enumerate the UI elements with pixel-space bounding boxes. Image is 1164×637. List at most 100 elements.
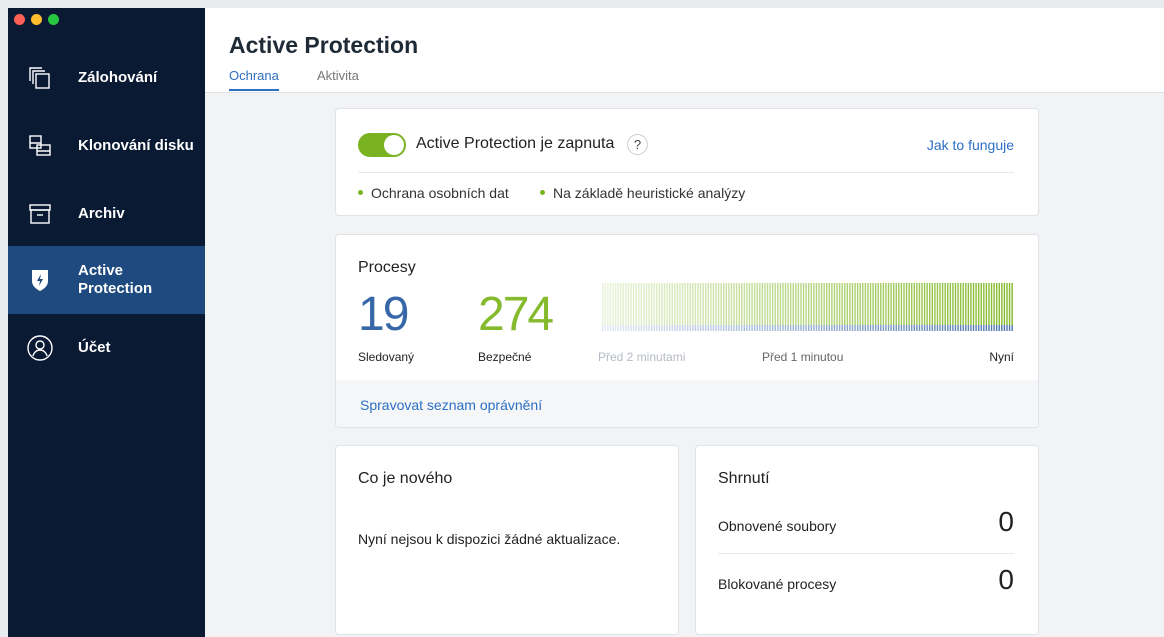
- sidebar-item-label: Klonování disku: [78, 137, 194, 154]
- activity-bar-safe: [985, 283, 988, 325]
- close-window-button[interactable]: [14, 14, 25, 25]
- activity-bar-monitored: [769, 325, 771, 331]
- sidebar-item-account[interactable]: Účet: [8, 314, 205, 382]
- activity-bar-safe: [826, 283, 828, 325]
- processes-title: Procesy: [358, 259, 416, 276]
- activity-bar-safe: [779, 283, 782, 325]
- activity-bar-safe: [720, 283, 722, 325]
- protection-toggle[interactable]: [358, 133, 406, 157]
- activity-bar-safe: [849, 283, 851, 325]
- activity-bar-safe: [815, 283, 818, 325]
- activity-bar-safe: [990, 283, 993, 325]
- activity-bar-monitored: [936, 325, 939, 331]
- activity-bar-monitored: [916, 325, 918, 331]
- app-window: Zálohování Klonování disku Archiv Active…: [8, 8, 1164, 637]
- manage-permissions-link[interactable]: Spravovat seznam oprávnění: [360, 397, 542, 413]
- activity-bar-safe: [602, 283, 604, 325]
- activity-bar-safe: [959, 283, 962, 325]
- activity-bar-safe: [900, 283, 903, 325]
- activity-bar-safe: [913, 283, 915, 325]
- sidebar-item-disk-clone[interactable]: Klonování disku: [8, 112, 205, 180]
- activity-bar-safe: [851, 283, 854, 325]
- activity-bar-safe: [730, 283, 733, 325]
- activity-bar-safe: [630, 283, 632, 325]
- activity-bar-monitored: [808, 325, 810, 331]
- sidebar-item-active-protection[interactable]: Active Protection: [8, 246, 205, 314]
- activity-bar-monitored: [764, 325, 766, 331]
- activity-bar-safe: [679, 283, 681, 325]
- activity-bar-safe: [723, 283, 725, 325]
- activity-bar-safe: [632, 283, 635, 325]
- activity-bar-monitored: [653, 325, 655, 331]
- page-title: Active Protection: [229, 32, 419, 58]
- feature-item: Na základě heuristické analýzy: [540, 185, 745, 201]
- activity-bar-monitored: [985, 325, 988, 331]
- activity-bar-safe: [872, 283, 874, 325]
- tab-protection[interactable]: Ochrana: [229, 68, 279, 91]
- help-icon[interactable]: ?: [627, 134, 648, 155]
- page-header: Active Protection Ochrana Aktivita: [205, 8, 1164, 93]
- activity-bar-safe: [661, 283, 663, 325]
- activity-bar-monitored: [998, 325, 1000, 331]
- sidebar-item-backup[interactable]: Zálohování: [8, 44, 205, 112]
- activity-bar-monitored: [959, 325, 962, 331]
- divider: [358, 172, 1014, 173]
- whats-new-card: Co je nového Nyní nejsou k dispozici žád…: [335, 445, 679, 635]
- activity-bar-monitored: [620, 325, 622, 331]
- activity-bar-safe: [995, 283, 998, 325]
- time-label-now: Nyní: [989, 350, 1014, 364]
- activity-bar-monitored: [949, 325, 952, 331]
- activity-bar-monitored: [1001, 325, 1003, 331]
- activity-bar-safe: [823, 283, 825, 325]
- bullet-dot-icon: [540, 189, 545, 195]
- activity-bar-monitored: [681, 325, 684, 331]
- activity-bar-monitored: [748, 325, 751, 331]
- activity-bar-monitored: [990, 325, 993, 331]
- activity-bar-safe: [820, 283, 823, 325]
- activity-bar-monitored: [661, 325, 663, 331]
- activity-bar-safe: [753, 283, 756, 325]
- activity-bar-monitored: [720, 325, 722, 331]
- activity-bar-safe: [643, 283, 645, 325]
- activity-bar-safe: [895, 283, 897, 325]
- activity-bar-safe: [983, 283, 985, 325]
- whats-new-text: Nyní nejsou k dispozici žádné aktualizac…: [358, 531, 621, 547]
- sidebar-item-archive[interactable]: Archiv: [8, 180, 205, 248]
- activity-bar-monitored: [725, 325, 728, 331]
- activity-bar-safe: [715, 283, 717, 325]
- copy-icon: [26, 64, 54, 92]
- activity-bar-monitored: [666, 325, 668, 331]
- activity-bar-monitored: [970, 325, 972, 331]
- activity-bar-safe: [741, 283, 743, 325]
- activity-bar-safe: [668, 283, 671, 325]
- activity-bar-safe: [707, 283, 709, 325]
- activity-bar-safe: [916, 283, 918, 325]
- minimize-window-button[interactable]: [31, 14, 42, 25]
- activity-bar-safe: [970, 283, 972, 325]
- activity-bar-safe: [890, 283, 892, 325]
- how-it-works-link[interactable]: Jak to funguje: [927, 137, 1014, 153]
- activity-bar-monitored: [831, 325, 833, 331]
- activity-bar-monitored: [802, 325, 805, 331]
- activity-bar-safe: [934, 283, 936, 325]
- activity-bar-monitored: [862, 325, 864, 331]
- activity-bar-safe: [789, 283, 792, 325]
- activity-bar-monitored: [975, 325, 977, 331]
- sidebar-item-label: Zálohování: [78, 69, 158, 86]
- activity-bar-monitored: [846, 325, 849, 331]
- activity-bar-monitored: [686, 325, 689, 331]
- activity-bar-monitored: [717, 325, 720, 331]
- zoom-window-button[interactable]: [48, 14, 59, 25]
- activity-bar-safe: [936, 283, 939, 325]
- activity-bar-safe: [833, 283, 836, 325]
- activity-bar-safe: [1008, 283, 1011, 325]
- activity-bar-safe: [689, 283, 691, 325]
- user-icon: [26, 334, 54, 362]
- activity-bar-monitored: [705, 325, 707, 331]
- activity-bar-monitored: [921, 325, 923, 331]
- tab-activity[interactable]: Aktivita: [317, 68, 359, 89]
- activity-bar-safe: [1001, 283, 1003, 325]
- activity-bar-safe: [717, 283, 720, 325]
- activity-bar-safe: [625, 283, 627, 325]
- activity-bar-monitored: [784, 325, 787, 331]
